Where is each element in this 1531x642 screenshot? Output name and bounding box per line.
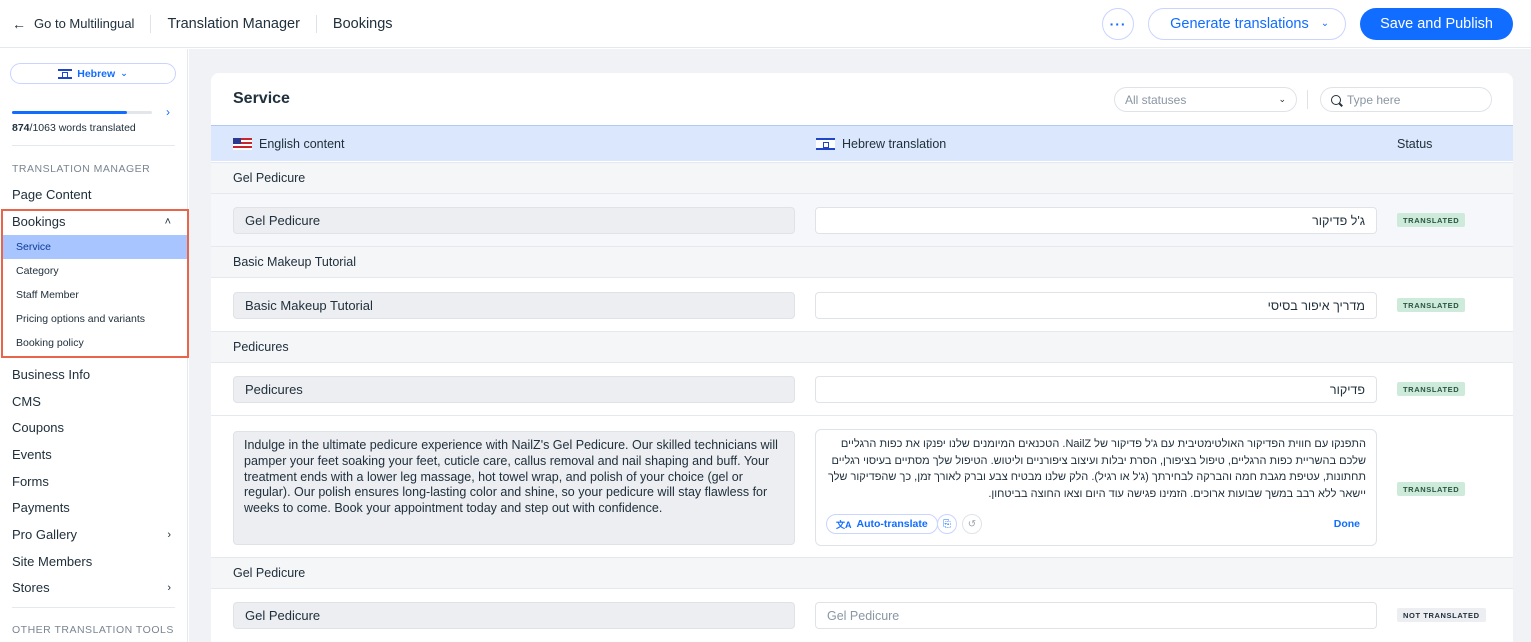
column-hebrew: Hebrew translation — [816, 137, 946, 151]
more-actions-button[interactable]: ··· — [1102, 7, 1135, 40]
sidebar-item-business-info[interactable]: Business Info — [12, 367, 175, 382]
more-icon: ··· — [1109, 15, 1127, 32]
translation-description-text[interactable]: התפנקו עם חווית הפדיקור האולטימטיבית עם … — [826, 436, 1366, 502]
search-icon — [1331, 94, 1341, 105]
go-to-multilingual-link[interactable]: ← Go to Multilingual — [12, 16, 134, 32]
breadcrumb-translation-manager[interactable]: Translation Manager — [167, 16, 299, 32]
translation-field[interactable]: ג'ל פדיקור — [815, 207, 1377, 234]
group-header: Basic Makeup Tutorial — [211, 246, 1513, 277]
copy-source-icon[interactable]: ⎘ — [937, 514, 957, 534]
translation-field[interactable]: פדיקור — [815, 376, 1377, 403]
service-card: Service All statuses ⌄ Type here English… — [211, 73, 1513, 642]
group-header: Gel Pedicure — [211, 557, 1513, 588]
sidebar-item-payments[interactable]: Payments — [12, 500, 175, 515]
source-field: Gel Pedicure — [233, 602, 795, 629]
progress-fill — [12, 111, 128, 114]
section-title-other-tools: OTHER TRANSLATION TOOLS — [12, 624, 174, 636]
divider — [150, 14, 152, 33]
translation-field[interactable]: מדריך איפור בסיסי — [815, 292, 1377, 319]
done-button[interactable]: Done — [1334, 518, 1360, 530]
translation-description-editor[interactable]: התפנקו עם חווית הפדיקור האולטימטיבית עם … — [815, 429, 1377, 546]
divider — [12, 145, 175, 146]
back-label: Go to Multilingual — [34, 16, 135, 31]
group-header: Pedicures — [211, 331, 1513, 362]
search-input[interactable]: Type here — [1320, 87, 1492, 112]
generate-translations-button[interactable]: Generate translations ⌄ — [1148, 7, 1347, 40]
table-row: Basic Makeup Tutorial מדריך איפור בסיסי … — [211, 277, 1513, 331]
source-field: Gel Pedicure — [233, 207, 795, 234]
chevron-right-icon: › — [167, 581, 171, 594]
israel-flag-icon — [816, 137, 835, 150]
divider — [315, 14, 317, 33]
table-row: Gel Pedicure Gel Pedicure NOT TRANSLATED — [211, 588, 1513, 642]
chevron-right-icon: › — [167, 528, 171, 541]
translation-field[interactable]: Gel Pedicure — [815, 602, 1377, 629]
translation-progress-bar — [12, 111, 152, 114]
us-flag-icon — [233, 137, 252, 150]
sidebar-item-site-members[interactable]: Site Members — [12, 554, 175, 569]
generate-translations-label: Generate translations — [1170, 15, 1309, 32]
breadcrumb-bookings: Bookings — [332, 15, 393, 32]
israel-flag-icon — [58, 68, 73, 79]
language-selector[interactable]: Hebrew ⌄ — [10, 63, 176, 84]
divider — [1307, 90, 1308, 109]
chevron-right-icon[interactable]: › — [166, 105, 170, 119]
status-badge: TRANSLATED — [1397, 213, 1466, 227]
sidebar-item-stores[interactable]: Stores › — [12, 580, 175, 595]
chevron-down-icon: ⌄ — [1278, 94, 1286, 104]
sidebar-item-coupons[interactable]: Coupons — [12, 420, 175, 435]
sidebar-item-pro-gallery[interactable]: Pro Gallery › — [12, 527, 175, 542]
sidebar-item-cms[interactable]: CMS — [12, 394, 175, 409]
table-row: Pedicures פדיקור TRANSLATED — [211, 362, 1513, 416]
column-english: English content — [233, 137, 344, 151]
table-row: Indulge in the ultimate pedicure experie… — [211, 415, 1513, 557]
words-translated-count: 874/1063 words translated — [12, 122, 136, 134]
save-and-publish-button[interactable]: Save and Publish — [1360, 7, 1513, 40]
source-field: Basic Makeup Tutorial — [233, 292, 795, 319]
source-field: Pedicures — [233, 376, 795, 403]
table-header: English content Hebrew translation Statu… — [211, 125, 1513, 161]
undo-icon[interactable]: ↺ — [962, 514, 982, 534]
section-title-translation-manager: TRANSLATION MANAGER — [12, 163, 151, 175]
translate-icon: 文A — [836, 519, 852, 530]
top-bar: ← Go to Multilingual Translation Manager… — [0, 0, 1531, 48]
status-badge: TRANSLATED — [1397, 298, 1466, 312]
sidebar-item-page-content[interactable]: Page Content — [12, 187, 175, 202]
sidebar: Hebrew ⌄ › 874/1063 words translated TRA… — [0, 49, 189, 642]
status-badge: TRANSLATED — [1397, 482, 1466, 496]
language-label: Hebrew — [77, 67, 116, 80]
group-header: Gel Pedicure — [211, 162, 1513, 193]
divider — [12, 607, 175, 608]
source-description-field: Indulge in the ultimate pedicure experie… — [233, 431, 795, 545]
table-row: Gel Pedicure ג'ל פדיקור TRANSLATED — [211, 193, 1513, 246]
status-filter-dropdown[interactable]: All statuses ⌄ — [1114, 87, 1297, 112]
chevron-down-icon: ⌄ — [120, 68, 128, 78]
chevron-down-icon: ⌄ — [1320, 18, 1330, 29]
sidebar-item-events[interactable]: Events — [12, 447, 175, 462]
sidebar-item-forms[interactable]: Forms — [12, 474, 175, 489]
auto-translate-button[interactable]: 文A Auto-translate — [826, 514, 938, 534]
search-placeholder: Type here — [1347, 92, 1401, 107]
back-arrow-icon: ← — [12, 15, 26, 32]
page-title: Service — [233, 90, 290, 107]
column-status: Status — [1397, 136, 1433, 151]
bookings-highlight-box — [1, 209, 189, 358]
status-badge: TRANSLATED — [1397, 382, 1466, 396]
status-filter-value: All statuses — [1125, 92, 1187, 107]
status-badge: NOT TRANSLATED — [1397, 608, 1486, 622]
